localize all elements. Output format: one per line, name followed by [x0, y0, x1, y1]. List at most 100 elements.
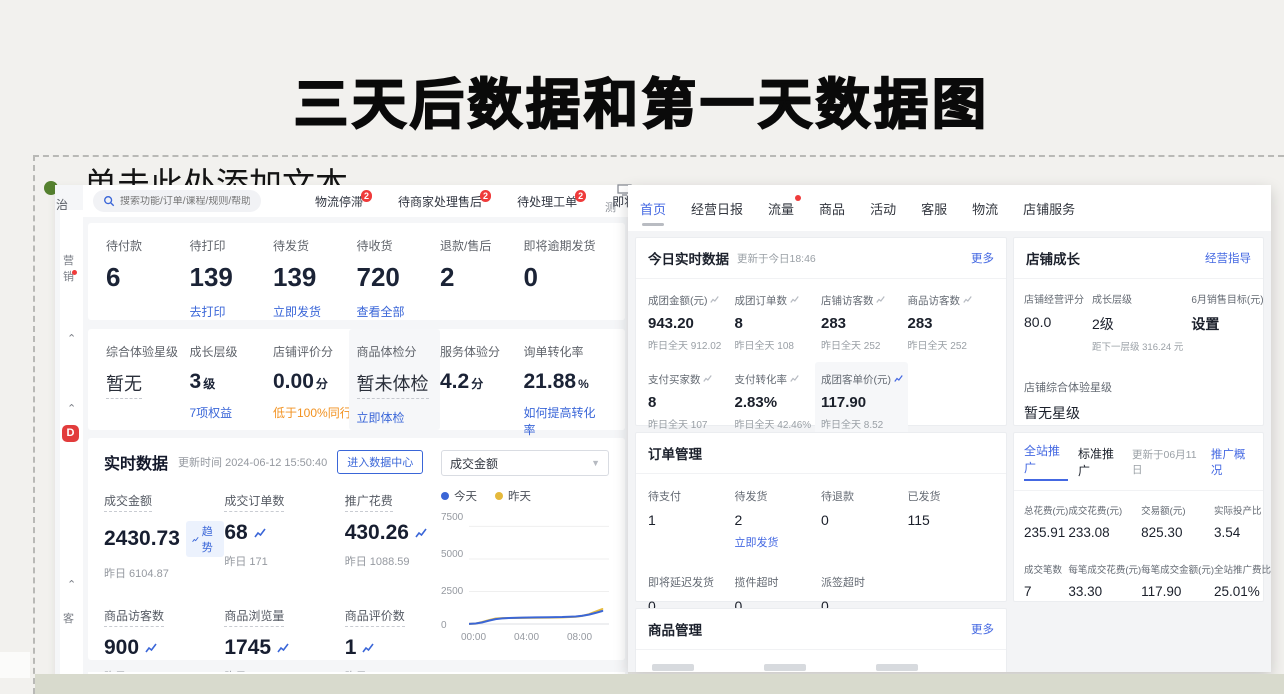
stat-star-level: 综合体验星级 暂无: [106, 341, 190, 430]
metric-shop-visitors: 店铺访客数 283 昨日全天 252: [821, 291, 908, 352]
search-box[interactable]: [93, 190, 261, 212]
chevron-up-icon[interactable]: ⌃: [67, 578, 76, 591]
stat-shop-rating: 店铺评价分 0.00分 低于100%同行: [273, 341, 357, 430]
guidance-link[interactable]: 经营指导: [1205, 250, 1251, 266]
trend-icon[interactable]: [790, 295, 799, 304]
realtime-line-chart: 7500 5000 2500 0 00:00 04:00 08:00: [441, 512, 609, 642]
tab-sitewide-promo[interactable]: 全站推广: [1024, 442, 1068, 481]
realtime-title: 实时数据: [104, 450, 168, 474]
stat-to-receive: 待收货 720 查看全部: [357, 237, 441, 320]
app-badge-d[interactable]: D: [62, 425, 79, 442]
trend-icon[interactable]: [710, 295, 719, 304]
tab-products[interactable]: 商品: [819, 199, 845, 218]
trend-icon[interactable]: [362, 642, 374, 654]
blurred-text-bar: [652, 664, 694, 671]
legend-today[interactable]: 今天: [441, 488, 477, 504]
trend-icon[interactable]: [894, 374, 903, 383]
left-toolbar: 物流停滞2 待商家处理售后2 待处理工单2 即将损失流量4 未读站内信68: [83, 185, 628, 217]
improve-conversion-link[interactable]: 如何提高转化率: [524, 404, 608, 438]
ship-now-link[interactable]: 立即发货: [735, 534, 822, 550]
trend-icon[interactable]: [145, 642, 157, 654]
growth-card-title: 店铺成长: [1026, 248, 1080, 268]
metric-roi: 实际投产比 3.54: [1214, 503, 1271, 540]
metric-ad-spend: 推广花费 430.26 昨日 1088.59: [345, 492, 441, 581]
tab-daily-report[interactable]: 经营日报: [691, 199, 743, 218]
trend-icon[interactable]: [415, 527, 427, 539]
blurred-text-bar: [876, 664, 918, 671]
tab-shop-services[interactable]: 店铺服务: [1023, 199, 1075, 218]
chart-legend: 今天 昨天: [441, 488, 609, 504]
chevron-up-icon[interactable]: ⌃: [67, 402, 76, 415]
trend-icon[interactable]: [876, 295, 885, 304]
page-fragment: [0, 652, 30, 678]
metric-group-gmv: 成团金额(元) 943.20 昨日全天 912.02: [648, 291, 735, 352]
order-stats-card: 待付款 6 待打印 139 去打印 待发货 139 立即发货 待收货 720 查…: [88, 223, 625, 320]
ads-updated: 更新于06月11日: [1132, 447, 1201, 477]
stat-growth-level: 成长层级 3级 7项权益: [190, 341, 274, 430]
metric-promo-fee-ratio: 全站推广费比 25.01%: [1214, 562, 1271, 599]
metric-shop-score: 店铺经营评分 80.0: [1024, 291, 1084, 353]
product-card-title: 商品管理: [648, 619, 702, 639]
trend-badge[interactable]: 趋势: [186, 521, 224, 557]
more-link[interactable]: 更多: [971, 621, 994, 637]
rights-link[interactable]: 7项权益: [190, 404, 274, 421]
metric-deal-spend: 成交花费(元) 233.08: [1068, 503, 1141, 540]
toolbar-link-logistics[interactable]: 物流停滞2: [315, 193, 374, 210]
chevron-up-icon[interactable]: ⌃: [67, 332, 76, 345]
metric-paying-buyers: 支付买家数 8 昨日全天 107: [648, 370, 735, 439]
chevron-down-icon: ▼: [591, 458, 600, 468]
data-center-button[interactable]: 进入数据中心: [337, 450, 423, 474]
right-dashboard-screenshot: 首页 经营日报 流量 商品 活动 客服 物流 店铺服务 今日实时数据 更新于今日…: [628, 185, 1271, 672]
metric-total-spend: 总花费(元) 235.91: [1024, 503, 1068, 540]
view-all-link[interactable]: 查看全部: [357, 303, 441, 320]
stat-inquiry-conversion: 询单转化率 21.88% 如何提高转化率: [524, 341, 608, 430]
more-link[interactable]: 更多: [971, 250, 994, 266]
today-card-updated: 更新于今日18:46: [737, 251, 816, 266]
ship-now-link[interactable]: 立即发货: [273, 303, 357, 320]
left-dashboard-content: 待付款 6 待打印 139 去打印 待发货 139 立即发货 待收货 720 查…: [83, 217, 628, 682]
tab-logistics[interactable]: 物流: [972, 199, 998, 218]
legend-yesterday[interactable]: 昨天: [495, 488, 531, 504]
stat-refund: 退款/售后 2: [440, 237, 524, 320]
metric-cost-per-deal: 每笔成交花费(元) 33.30: [1068, 562, 1141, 599]
toolbar-link-aftersale[interactable]: 待商家处理售后2: [398, 193, 493, 210]
set-target-link[interactable]: 设置: [1191, 314, 1263, 334]
metric-to-ship: 待发货 2 立即发货: [735, 488, 822, 550]
tab-standard-promo[interactable]: 标准推广: [1078, 445, 1122, 479]
slide-stage: 三天后数据和第一天数据图 单击此处添加文本 治 营销 ⌃ ⌃ D ⌃ 客 物流停…: [0, 0, 1284, 694]
metric-shipped: 已发货 115: [908, 488, 995, 550]
tab-traffic[interactable]: 流量: [768, 199, 794, 218]
tab-home[interactable]: 首页: [640, 199, 666, 218]
trend-icon[interactable]: [790, 374, 799, 383]
trend-icon[interactable]: [963, 295, 972, 304]
metric-sales-target: 6月销售目标(元) 设置: [1191, 291, 1263, 353]
search-input[interactable]: [120, 196, 250, 207]
notification-badge: 2: [361, 190, 372, 202]
left-dashboard-screenshot: 治 营销 ⌃ ⌃ D ⌃ 客 物流停滞2 待商家处理售后2 待处理工单2 即将损…: [55, 185, 628, 682]
star-rating-block: 店铺综合体验星级 暂无星级: [1014, 353, 1263, 423]
sidebar-item-marketing[interactable]: 营销: [63, 252, 83, 284]
legend-dot-yesterday: [495, 492, 503, 500]
product-management-card: 商品管理 更多: [635, 608, 1007, 672]
stat-pending-payment: 待付款 6: [106, 237, 190, 320]
promo-overview-link[interactable]: 推广概况: [1211, 446, 1253, 478]
metric-pay-conversion: 支付转化率 2.83% 昨日全天 42.46%: [735, 370, 822, 439]
tab-activities[interactable]: 活动: [870, 199, 896, 218]
today-card-title: 今日实时数据: [648, 248, 729, 268]
red-dot-badge: [72, 270, 77, 275]
check-now-link[interactable]: 立即体检: [357, 409, 441, 426]
metric-reviews: 商品评价数 1 昨日 0: [345, 607, 441, 682]
experience-stats-card: 综合体验星级 暂无 成长层级 3级 7项权益 店铺评价分 0.00分 低于100…: [88, 329, 625, 430]
trend-icon[interactable]: [277, 642, 289, 654]
trend-icon[interactable]: [254, 527, 266, 539]
red-dot-badge: [795, 195, 801, 201]
metric-select-dropdown[interactable]: 成交金额 ▼: [441, 450, 609, 476]
go-print-link[interactable]: 去打印: [190, 303, 274, 320]
blurred-text-bar: [764, 664, 806, 671]
metric-to-pay: 待支付 1: [648, 488, 735, 550]
trend-icon[interactable]: [703, 374, 712, 383]
toolbar-link-tickets[interactable]: 待处理工单2: [517, 193, 588, 210]
metric-deal-count: 成交笔数 7: [1024, 562, 1068, 599]
tab-customer-service[interactable]: 客服: [921, 199, 947, 218]
metric-avg-order-value: 成团客单价(元) 117.90 昨日全天 8.52: [815, 362, 908, 439]
